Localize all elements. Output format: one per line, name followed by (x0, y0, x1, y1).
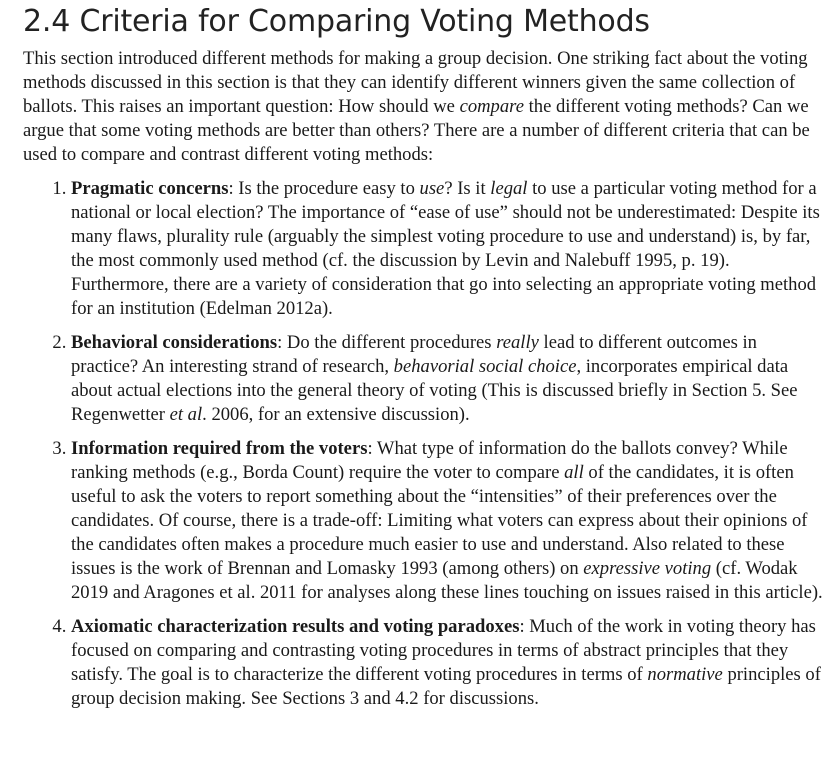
criteria-item-axiomatic: Axiomatic characterization results and v… (71, 615, 827, 711)
criteria-text: : Do the different procedures (277, 332, 497, 353)
criteria-heading: Behavioral considerations (71, 332, 278, 353)
criteria-emphasis: all (564, 462, 584, 483)
criteria-text: ? Is it (444, 178, 491, 199)
criteria-emphasis: use (419, 178, 445, 199)
criteria-emphasis: legal (490, 178, 528, 199)
criteria-item-pragmatic: Pragmatic concerns: Is the procedure eas… (71, 177, 827, 321)
criteria-item-behavioral: Behavioral considerations: Do the differ… (71, 331, 827, 427)
criteria-emphasis: normative (647, 664, 723, 685)
intro-emphasis: compare (459, 96, 524, 117)
criteria-item-information: Information required from the voters: Wh… (71, 437, 827, 605)
criteria-text: . 2006, for an extensive discussion). (202, 404, 470, 425)
criteria-emphasis: et al (169, 404, 203, 425)
section-title: 2.4 Criteria for Comparing Voting Method… (23, 4, 650, 39)
criteria-text: : Is the procedure easy to (228, 178, 420, 199)
criteria-heading: Pragmatic concerns (71, 178, 229, 199)
criteria-heading: Information required from the voters (71, 438, 368, 459)
criteria-emphasis: behavorial social choice (393, 356, 577, 377)
intro-paragraph: This section introduced different method… (23, 47, 827, 167)
criteria-emphasis: really (496, 332, 539, 353)
page: 2.4 Criteria for Comparing Voting Method… (0, 3, 839, 767)
criteria-heading: Axiomatic characterization results and v… (71, 616, 520, 637)
criteria-list: Pragmatic concerns: Is the procedure eas… (23, 177, 827, 711)
criteria-text: to use a particular voting method for a … (71, 178, 820, 319)
criteria-emphasis: expressive voting (583, 558, 712, 579)
